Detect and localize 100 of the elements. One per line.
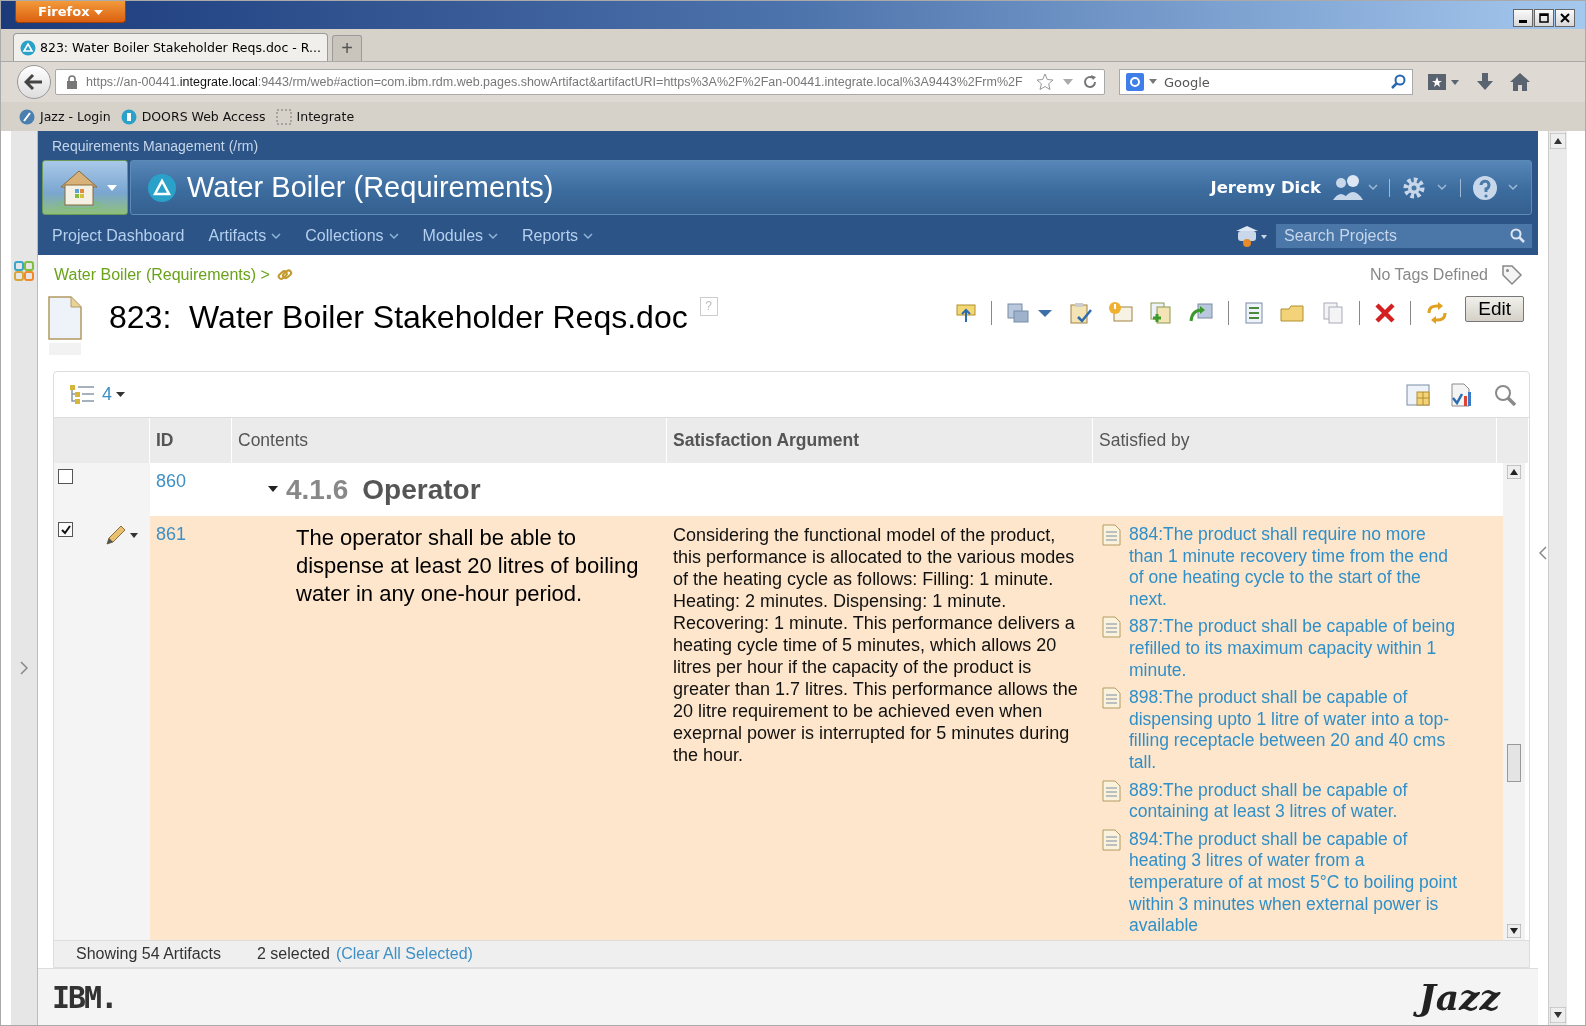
- menu-item[interactable]: Collections: [305, 227, 399, 245]
- close-button[interactable]: [1555, 9, 1575, 27]
- doors-logo-icon: [120, 108, 137, 125]
- table-view-icon[interactable]: [1405, 382, 1431, 407]
- satisfaction-argument: Considering the functional model of the product, this performance is allocated to the various modes of the heating cycle as follows: Filling: 1 minute. Heating: 2 minutes. Dispensing: 1 minute. Recovering: 1 minute. This performance delivers a heating cycle time of 5 minutes, which allows 20 litres per hour if the capacity of the product is greater than 1.7 litres. This performance allows the 20 litre requirement to be achieved even when exeprnal power is interrupted for 5 minutes during the hour.: [673, 525, 1078, 765]
- maximize-button[interactable]: [1534, 9, 1554, 27]
- scroll-down-icon[interactable]: [1507, 924, 1521, 938]
- bookmark-link[interactable]: Jazz - Login: [19, 108, 111, 125]
- delete-icon[interactable]: [1374, 302, 1397, 324]
- scroll-up-icon[interactable]: [1550, 133, 1566, 149]
- caret-icon: [94, 10, 104, 16]
- document-icon: [1101, 687, 1121, 710]
- link-icon[interactable]: [275, 267, 294, 283]
- collapse-panel-icon[interactable]: [1539, 546, 1547, 560]
- reload-icon[interactable]: [1082, 74, 1098, 90]
- new-tab-button[interactable]: +: [332, 35, 362, 61]
- row-checkbox[interactable]: [58, 522, 73, 537]
- home-button[interactable]: [42, 160, 128, 215]
- blank-page-icon: [275, 108, 292, 125]
- menu-item[interactable]: Modules: [422, 227, 499, 245]
- artifact-id-link[interactable]: 860: [156, 471, 187, 491]
- linked-artifact-link[interactable]: 889:The product shall be capable of containing at least 3 litres of water.: [1129, 779, 1457, 823]
- search-icon[interactable]: [1390, 74, 1406, 90]
- menu-item[interactable]: Artifacts: [208, 227, 282, 245]
- scroll-thumb[interactable]: [1507, 744, 1521, 782]
- project-logo-icon: [147, 172, 177, 203]
- address-bar[interactable]: https://an-00441.integrate.local:9443/rm/web#action=com.ibm.rdm.web.pages.showArtifact&artifactURI=https%3A%2F%2Fan-00441.integrate.local%3A9443%2Frm%2F: [55, 69, 1105, 95]
- maximize-icon: [1539, 13, 1549, 23]
- grid-icon[interactable]: [14, 261, 34, 281]
- people-icon[interactable]: [1331, 173, 1379, 202]
- chevron-down-icon: [583, 233, 594, 239]
- close-icon: [1560, 13, 1570, 23]
- back-button[interactable]: [17, 65, 51, 99]
- menu-item[interactable]: Reports: [522, 227, 594, 245]
- edit-button[interactable]: Edit: [1465, 296, 1524, 322]
- document-icon: [1101, 524, 1121, 546]
- column-header[interactable]: Contents: [232, 418, 667, 463]
- artifact-title: 823: Water Boiler Stakeholder Reqs.doc: [109, 299, 688, 336]
- pin-icon[interactable]: [955, 302, 978, 324]
- caret-icon: [116, 391, 125, 398]
- web-search-box[interactable]: Google: [1119, 69, 1413, 95]
- column-header[interactable]: Satisfaction Argument: [667, 418, 1093, 463]
- bookmark-link[interactable]: DOORS Web Access: [120, 108, 266, 125]
- star-icon[interactable]: [1036, 73, 1054, 91]
- page-scrollbar[interactable]: [1548, 131, 1567, 1025]
- help-icon[interactable]: [1471, 173, 1521, 202]
- user-name[interactable]: Jeremy Dick: [1210, 178, 1321, 197]
- caret-icon: [107, 184, 117, 191]
- document-icon: [1101, 779, 1121, 802]
- lock-icon: [66, 75, 78, 89]
- column-header[interactable]: Satisfied by: [1093, 418, 1497, 463]
- menu-item[interactable]: Project Dashboard: [52, 227, 185, 245]
- document-icon: [1101, 828, 1121, 851]
- project-search-field[interactable]: Search Projects: [1282, 226, 1510, 246]
- search-engine-icon[interactable]: [1126, 73, 1144, 91]
- project-search-box[interactable]: Search Projects: [1276, 224, 1532, 248]
- collapse-icon[interactable]: [268, 486, 278, 493]
- scroll-down-icon[interactable]: [1550, 1007, 1566, 1023]
- jazz-logo-icon: [19, 108, 35, 125]
- selection-count: 2 selected: [256, 945, 330, 963]
- project-area-icon[interactable]: [1234, 223, 1268, 249]
- level-selector[interactable]: 4: [102, 384, 125, 405]
- linked-artifact-link[interactable]: 884:The product shall require no more than 1 minute recovery time from the end of one heating cycle to the start of the next.: [1129, 524, 1457, 611]
- bookmarks-menu-icon[interactable]: [1427, 72, 1461, 92]
- search-icon[interactable]: [1493, 382, 1517, 407]
- row-checkbox[interactable]: [58, 469, 73, 484]
- section-heading: Operator: [362, 473, 481, 506]
- dropdown-icon[interactable]: [1062, 77, 1074, 87]
- linked-artifact-link[interactable]: 887:The product shall be capable of being refilled to its maximum capacity within 1 minute.: [1129, 616, 1457, 682]
- check-icon: [59, 523, 72, 536]
- ibm-logo: IBM.: [52, 979, 117, 1015]
- artifact-count: Showing 54 Artifacts: [76, 945, 221, 963]
- section-number: 4.1.6: [286, 473, 349, 506]
- home-icon[interactable]: [1509, 72, 1531, 92]
- scrollbar[interactable]: [1503, 463, 1525, 940]
- artifact-id-link[interactable]: 861: [156, 524, 187, 544]
- save-icon[interactable]: [1006, 301, 1055, 325]
- chevron-down-icon: [271, 233, 282, 239]
- list-icon[interactable]: [1243, 301, 1266, 325]
- clipboard-icon[interactable]: [1068, 301, 1095, 325]
- caret-icon[interactable]: [1149, 79, 1157, 85]
- linked-artifact-link[interactable]: 894:The product shall be capable of heating 3 litres of water from a temperature of at most 5°C to boiling point within 3 minutes when external power is available: [1129, 828, 1457, 937]
- search-icon[interactable]: [1510, 228, 1526, 244]
- tags-label: No Tags Defined: [1370, 266, 1488, 284]
- column-header[interactable]: ID: [150, 418, 232, 463]
- download-icon[interactable]: [1475, 72, 1495, 92]
- browser-tab[interactable]: 823: Water Boiler Stakeholder Reqs.doc - R...: [13, 33, 328, 61]
- back-icon: [24, 73, 44, 91]
- linked-artifact-link[interactable]: 898:The product shall be capable of dispensing upto 1 litre of water into a top-filling receptacle between 20 and 40 cms tall.: [1129, 687, 1457, 774]
- tag-icon[interactable]: [1500, 263, 1524, 287]
- chevron-down-icon: [488, 233, 499, 239]
- scroll-up-icon[interactable]: [1507, 465, 1521, 479]
- clear-selection-link[interactable]: (Clear All Selected): [335, 945, 473, 963]
- chevron-down-icon: [388, 233, 399, 239]
- expand-panel-icon[interactable]: [20, 661, 28, 675]
- minimize-button[interactable]: [1513, 9, 1533, 27]
- bookmark-link[interactable]: Integrate: [275, 108, 355, 125]
- document-icon: [47, 295, 83, 357]
- breadcrumb-link[interactable]: Water Boiler (Requirements) >: [54, 266, 270, 284]
- firefox-menu-button[interactable]: Firefox: [15, 1, 127, 23]
